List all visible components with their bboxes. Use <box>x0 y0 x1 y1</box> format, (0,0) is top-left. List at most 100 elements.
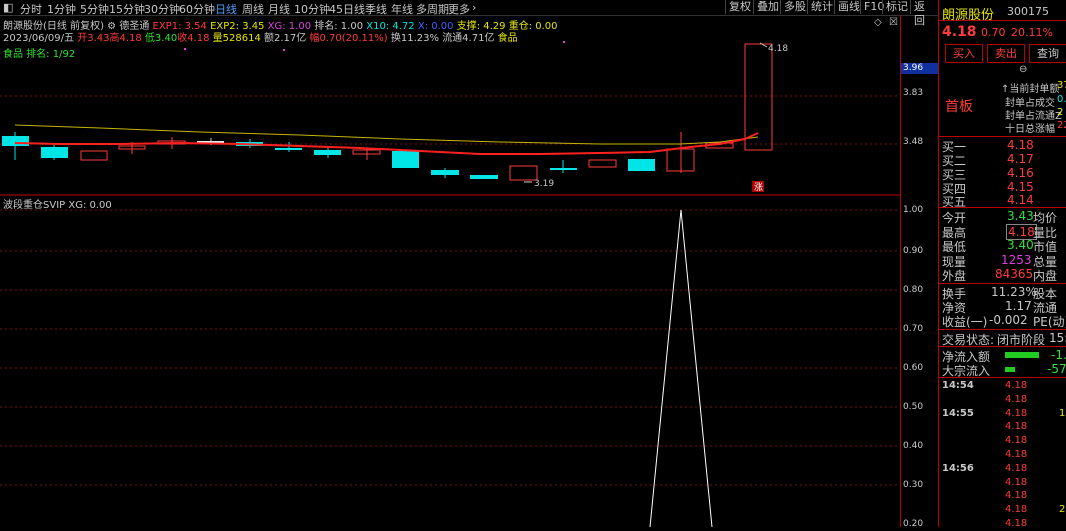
seal-label: ↑当前封单额 <box>1001 84 1060 95</box>
stock-code: 300175 <box>1007 5 1049 18</box>
flow-bar <box>1005 367 1015 372</box>
signal-dot <box>563 41 565 43</box>
sell-button[interactable]: 卖出 <box>987 44 1025 63</box>
axis-tick: 0.80 <box>903 285 924 295</box>
stat-label: 内盘 <box>1033 269 1058 283</box>
tick-volume: 1 <box>1059 407 1066 419</box>
candle <box>628 159 655 171</box>
seal-value: 37 <box>1057 80 1066 91</box>
candle <box>2 136 29 146</box>
restore-right-button[interactable]: 复权 <box>725 0 754 14</box>
tick-price: 4.18 <box>1005 476 1028 488</box>
bid-price: 4.18 <box>1007 138 1034 152</box>
signal-dot <box>283 49 285 51</box>
multi-stock-button[interactable]: 多股 <box>780 0 809 14</box>
lower-indicator-xg: XG: 0.00 <box>68 200 112 211</box>
query-button[interactable]: 查询 <box>1029 44 1066 63</box>
tick-row: 4.18 <box>939 490 1066 503</box>
bid-price: 4.16 <box>1007 166 1034 180</box>
candle <box>431 170 459 175</box>
axis-tick: 3.83 <box>903 88 924 98</box>
price-change-pct: 20.11% <box>1011 26 1053 39</box>
mark-button[interactable]: 标记 <box>882 0 911 14</box>
flow-bar <box>1005 352 1039 358</box>
lower-indicator-title: 波段重仓SVIP <box>3 200 66 211</box>
axis-tick: 0.60 <box>903 363 924 373</box>
collapse-icon[interactable]: ⊖ <box>1019 64 1027 75</box>
tick-row: 4.18 <box>939 477 1066 490</box>
tick-row: 4.18 <box>939 518 1066 531</box>
stat-value: 3.40 <box>1007 238 1034 252</box>
signal-dot <box>184 48 186 50</box>
fin-value: 11.23% <box>991 285 1037 299</box>
candle <box>550 168 577 170</box>
limit-up-tag: 涨 <box>754 182 763 193</box>
back-button[interactable]: 返回 <box>910 0 938 27</box>
tick-price: 4.18 <box>1005 421 1028 433</box>
tick-time: 14:56 <box>942 462 974 474</box>
tick-row: 4.18 <box>939 421 1066 434</box>
flow-value: -1. <box>1051 348 1066 362</box>
lower-pane-header: 波段重仓SVIP XG: 0.00 <box>3 196 112 211</box>
seal-value: 22 <box>1057 120 1066 131</box>
last-price: 4.18 <box>942 24 977 40</box>
candle <box>588 159 617 168</box>
candlesticks <box>2 43 773 181</box>
candle <box>314 150 341 155</box>
tick-row: 14:56 4.18 <box>939 463 1066 476</box>
buy-button[interactable]: 买入 <box>945 44 983 63</box>
status-time: 15: <box>1049 331 1066 345</box>
axis-current-price: 3.96 <box>903 63 924 73</box>
candle <box>275 148 302 150</box>
stat-value: 3.43 <box>1007 209 1034 223</box>
seal-value: 2 <box>1057 107 1064 118</box>
tick-row: 14:54 4.18 <box>939 380 1066 393</box>
chart-area[interactable]: 朗源股份(日线 前复权) ⚙ 德圣通 EXP1: 3.54 EXP2: 3.45… <box>0 15 900 527</box>
tick-price: 4.18 <box>1005 504 1028 516</box>
chevron-right-icon[interactable]: › <box>472 1 476 14</box>
tick-price: 4.18 <box>1005 449 1028 460</box>
tick-row: 4.18 <box>939 435 1066 448</box>
axis-tick: 0.40 <box>903 441 924 451</box>
candle <box>41 147 68 158</box>
tick-row: 14:55 4.18 1 <box>939 408 1066 421</box>
tick-time: 14:54 <box>942 380 974 391</box>
fin-label: PE(动) <box>1033 315 1066 329</box>
tick-row: 4.18 <box>939 394 1066 407</box>
axis-tick: 0.20 <box>903 519 924 529</box>
flow-value: -57 <box>1047 362 1066 376</box>
price-chart-svg: 4.18 3.19 涨 <box>0 41 900 527</box>
stats-button[interactable]: 统计 <box>807 0 836 14</box>
candle <box>80 150 108 161</box>
stat-value: 1253 <box>1001 253 1032 267</box>
toolbar-menu-icon[interactable]: ◧ <box>3 1 13 14</box>
price-axis: 3.96 3.83 3.48 1.00 0.90 0.80 0.70 0.60 … <box>900 15 939 529</box>
tick-volume: 2 <box>1059 504 1066 516</box>
seal-label: 十日总涨幅 <box>1005 124 1055 135</box>
candle <box>392 151 419 168</box>
tick-row: 4.18 <box>939 449 1066 462</box>
tick-price: 4.18 <box>1005 380 1028 391</box>
axis-tick: 0.70 <box>903 324 924 334</box>
tick-price: 4.18 <box>1005 407 1028 419</box>
price-change: 0.70 <box>981 26 1006 39</box>
tick-price: 4.18 <box>1005 462 1028 474</box>
fin-value: 1.17 <box>1005 299 1032 313</box>
ma-yellow-line <box>14 124 759 145</box>
tick-price: 4.18 <box>1005 518 1028 529</box>
overlay-button[interactable]: 叠加 <box>753 0 782 14</box>
board-label: 首板 <box>945 99 973 115</box>
tick-row: 4.18 2 <box>939 504 1066 517</box>
candle <box>509 165 538 181</box>
bid-price: 4.14 <box>1007 193 1034 207</box>
seal-value: 0. <box>1057 94 1066 105</box>
bid-price: 4.17 <box>1007 152 1034 166</box>
draw-line-button[interactable]: 画线 <box>834 0 863 14</box>
bid-price: 4.15 <box>1007 180 1034 194</box>
tick-price: 4.18 <box>1005 393 1028 405</box>
axis-tick: 0.30 <box>903 480 924 490</box>
quote-panel: 朗源股份 300175 4.18 0.70 20.11% 买入 卖出 查询 ⊖ … <box>938 0 1066 529</box>
tick-price: 4.18 <box>1005 490 1028 502</box>
fin-label: 收益(一) <box>942 315 988 329</box>
tick-price: 4.18 <box>1005 435 1028 447</box>
